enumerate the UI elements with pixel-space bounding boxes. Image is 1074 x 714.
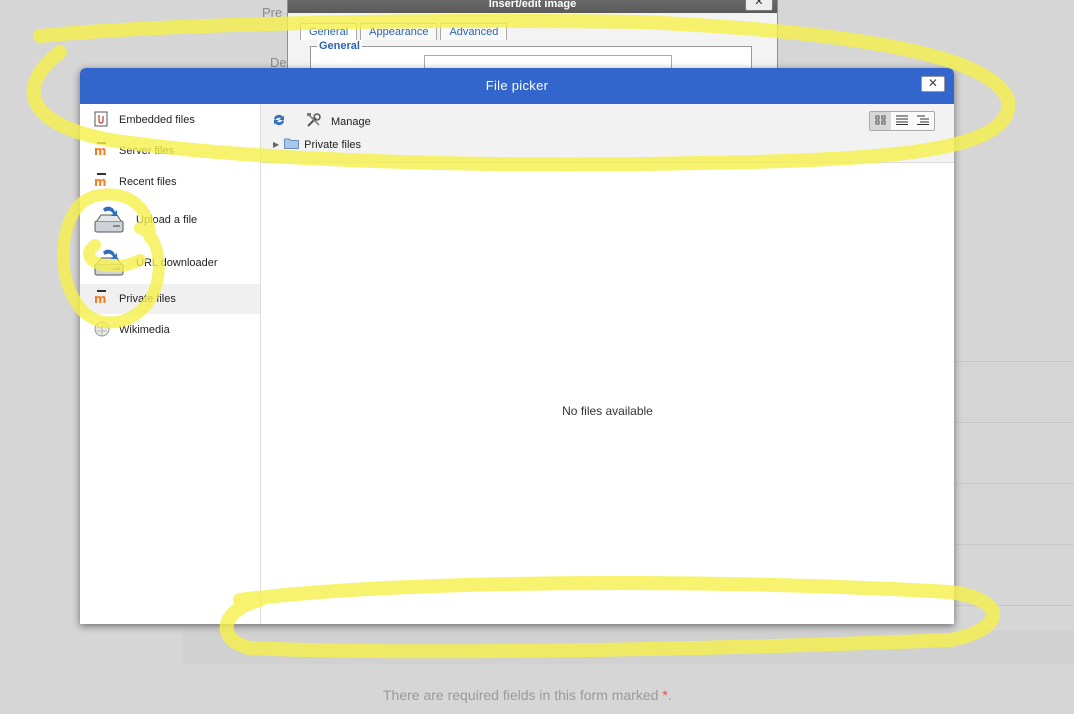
background-divider <box>955 605 1074 606</box>
insert-image-tabs: General Appearance Advanced <box>300 23 508 40</box>
embedded-file-icon <box>94 111 108 130</box>
repository-url-downloader[interactable]: URL downloader <box>80 245 260 281</box>
manage-label: Manage <box>331 115 371 128</box>
moodle-icon: m <box>94 290 110 306</box>
file-picker-dialog: File picker ✕ Embedded files m Server fi… <box>80 68 954 624</box>
general-legend: General <box>317 40 362 52</box>
breadcrumb-private-files[interactable]: ▶ Private files <box>273 137 361 152</box>
folder-icon <box>284 137 300 152</box>
view-list-button[interactable] <box>891 112 912 130</box>
tab-advanced[interactable]: Advanced <box>440 23 508 40</box>
repository-private-files[interactable]: m Private files <box>80 284 260 314</box>
repository-embedded-files[interactable]: Embedded files <box>80 108 260 132</box>
refresh-button[interactable] <box>271 112 287 131</box>
required-period: . <box>667 687 672 703</box>
background-divider <box>955 483 1074 484</box>
background-divider <box>955 422 1074 423</box>
background-divider <box>955 544 1074 545</box>
required-fields-note: There are required fields in this form m… <box>383 687 672 703</box>
repository-sidebar: Embedded files m Server files m Recent f… <box>80 104 261 624</box>
repository-label: URL downloader <box>136 257 218 269</box>
repository-server-files[interactable]: m Server files <box>80 139 260 163</box>
repository-upload-file[interactable]: Upload a file <box>80 202 260 238</box>
refresh-icon <box>271 112 287 131</box>
insert-image-dialog-title: Insert/edit image <box>288 0 777 13</box>
expand-arrow-icon: ▶ <box>273 140 280 149</box>
empty-message: No files available <box>562 404 653 418</box>
file-picker-header: File picker ✕ <box>80 68 954 104</box>
tree-icon <box>917 114 930 128</box>
view-mode-switcher <box>869 111 935 131</box>
list-icon <box>895 114 908 128</box>
required-fields-text: There are required fields in this form m… <box>383 687 659 703</box>
file-listing-area: No files available <box>261 163 954 624</box>
tools-icon <box>306 112 322 131</box>
url-download-icon <box>93 246 125 281</box>
insert-image-close-button[interactable]: ✕ <box>745 0 773 11</box>
moodle-icon: m <box>94 142 110 158</box>
file-picker-title: File picker <box>485 78 549 93</box>
repository-recent-files[interactable]: m Recent files <box>80 170 260 194</box>
repository-label: Private files <box>119 293 176 305</box>
upload-icon <box>93 203 125 238</box>
background-divider <box>955 361 1074 362</box>
repository-label: Recent files <box>119 176 177 188</box>
file-picker-toolbar: Manage ▶ Private files <box>261 104 954 163</box>
file-picker-close-button[interactable]: ✕ <box>921 76 945 92</box>
background-form-panel <box>182 630 1074 664</box>
breadcrumb-label: Private files <box>304 138 362 151</box>
grid-icon <box>875 114 887 128</box>
tab-appearance[interactable]: Appearance <box>360 23 438 40</box>
image-url-input[interactable] <box>424 55 672 69</box>
tab-general[interactable]: General <box>300 23 358 40</box>
background-label-pre: Pre <box>262 5 283 20</box>
manage-button[interactable]: Manage <box>306 112 371 131</box>
repository-label: Server files <box>119 145 175 157</box>
repository-label: Embedded files <box>119 114 195 126</box>
repository-label: Wikimedia <box>119 324 170 336</box>
view-tree-button[interactable] <box>913 112 934 130</box>
repository-label: Upload a file <box>136 214 198 226</box>
moodle-icon: m <box>94 173 110 189</box>
view-icons-button[interactable] <box>870 112 892 130</box>
wikimedia-icon <box>94 321 110 340</box>
repository-wikimedia[interactable]: Wikimedia <box>80 318 260 342</box>
